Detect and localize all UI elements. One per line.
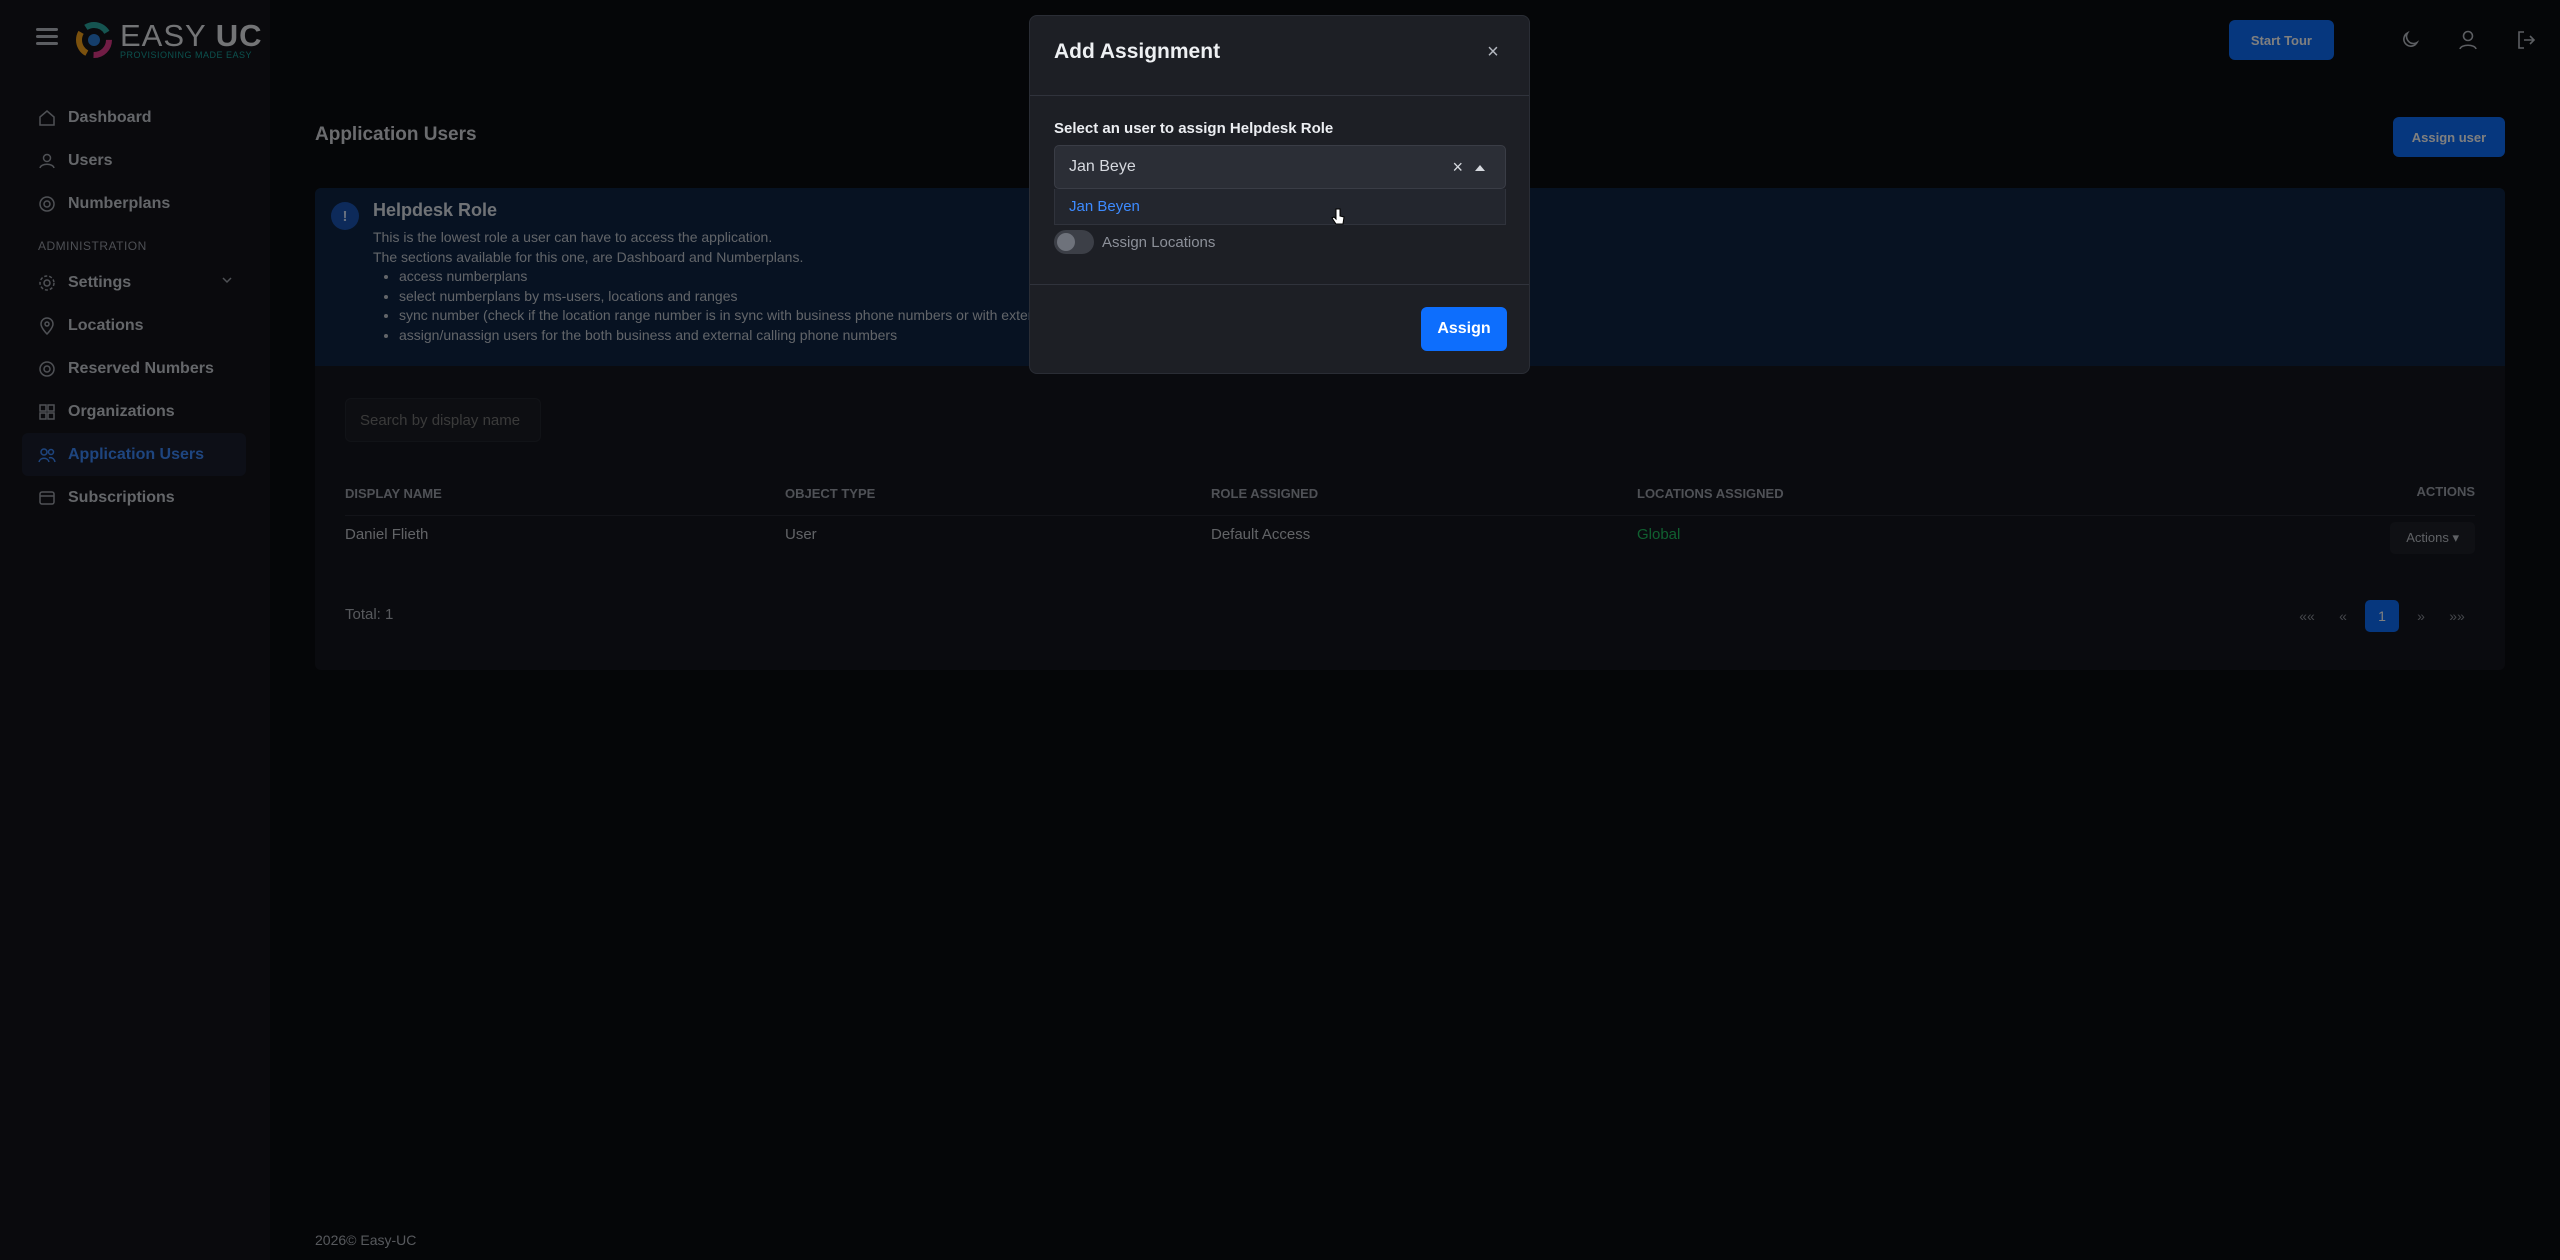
clear-icon[interactable]: × xyxy=(1452,157,1463,178)
assign-button[interactable]: Assign xyxy=(1421,307,1507,351)
modal-header: Add Assignment × xyxy=(1030,16,1529,96)
modal-footer: Assign xyxy=(1030,284,1529,374)
add-assignment-modal: Add Assignment × Select an user to assig… xyxy=(1029,15,1530,374)
mouse-pointer-icon xyxy=(1331,208,1345,225)
user-select-label: Select an user to assign Helpdesk Role xyxy=(1054,120,1334,137)
modal-title: Add Assignment xyxy=(1054,40,1221,63)
assign-locations-label: Assign Locations xyxy=(1102,233,1216,251)
caret-up-icon[interactable] xyxy=(1475,165,1485,171)
user-select[interactable]: Jan Beye × xyxy=(1054,145,1506,189)
user-select-value[interactable]: Jan Beye xyxy=(1069,158,1136,176)
user-select-dropdown: Jan Beyen xyxy=(1054,189,1506,225)
assign-locations-row: Assign Locations xyxy=(1054,230,1215,254)
assign-locations-toggle[interactable] xyxy=(1054,230,1094,254)
close-icon[interactable]: × xyxy=(1485,42,1501,62)
user-option[interactable]: Jan Beyen xyxy=(1069,198,1140,215)
